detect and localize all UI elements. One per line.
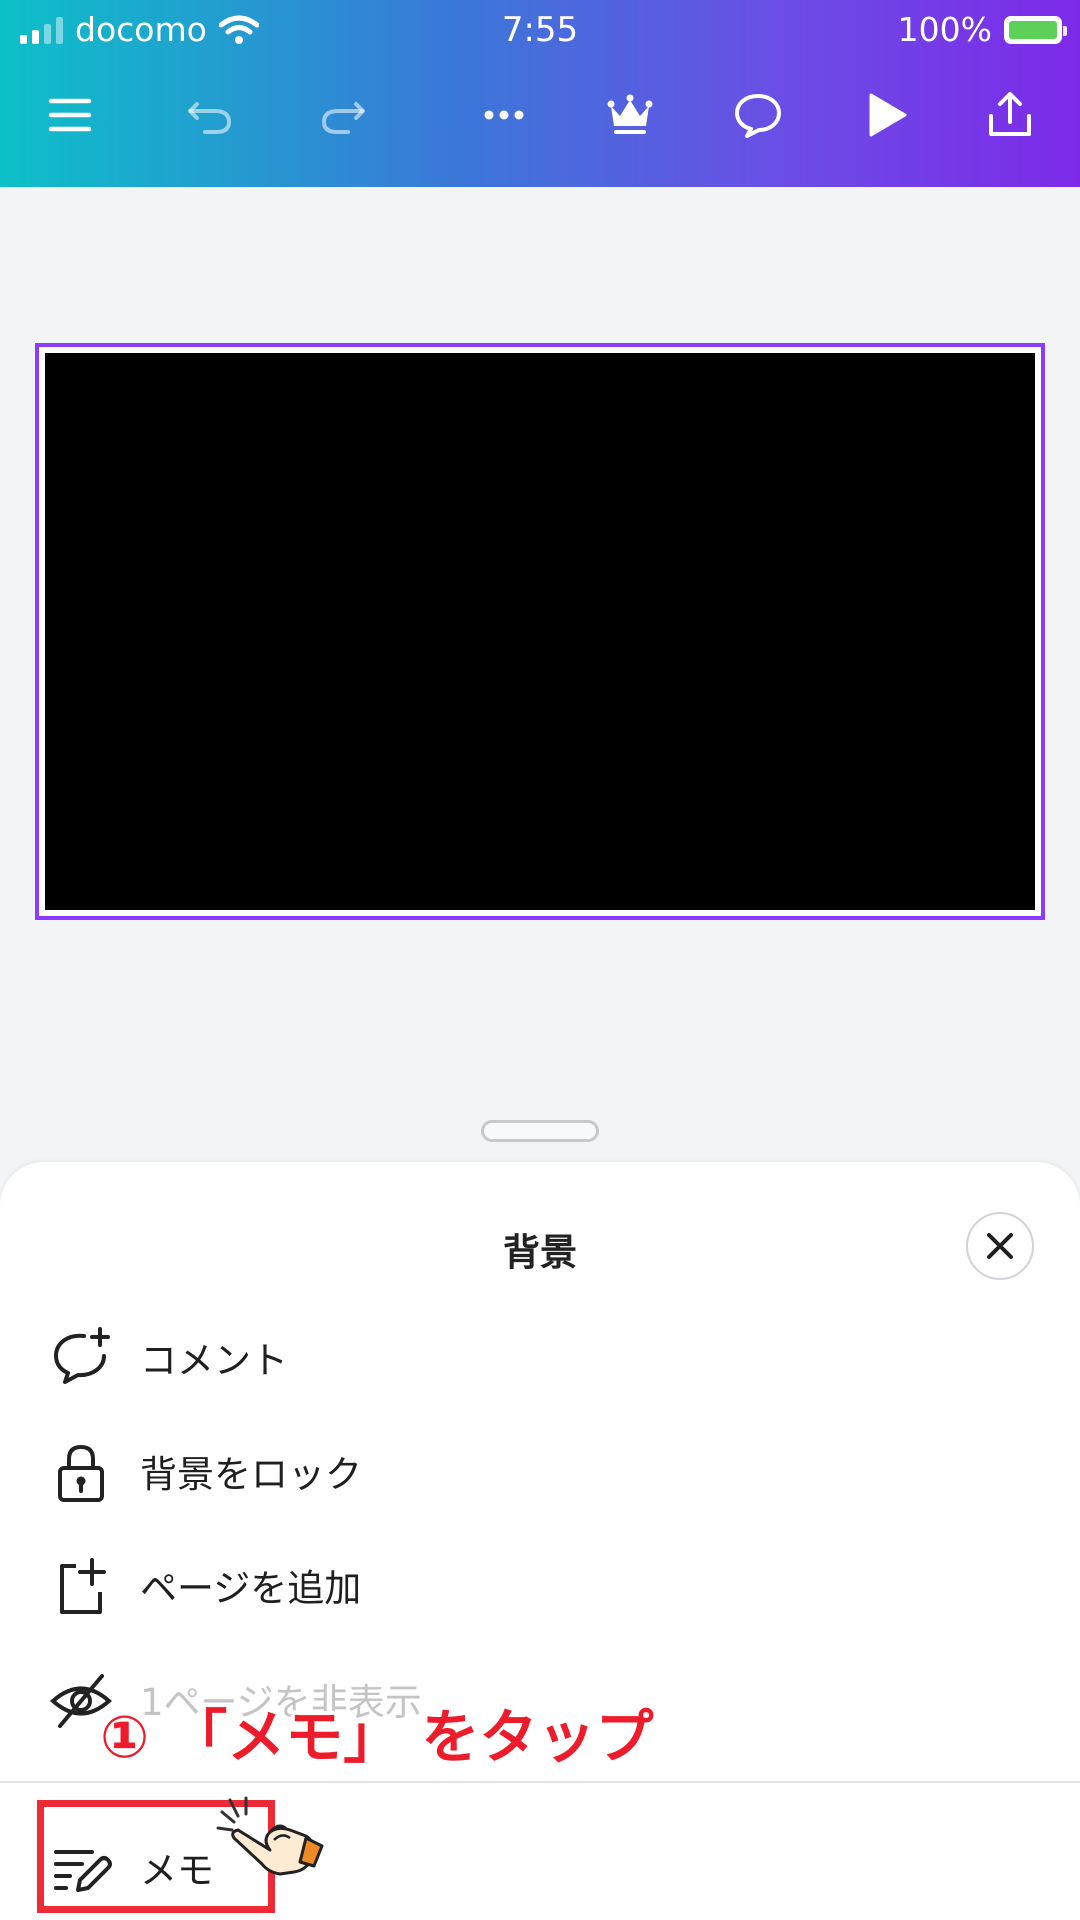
redo-button[interactable] [303,75,383,155]
share-button[interactable] [970,75,1050,155]
undo-button[interactable] [170,75,250,155]
battery-icon [1004,15,1067,44]
sheet-title: 背景 [503,1231,577,1274]
menu-item-label: ページを追加 [140,1567,362,1610]
comment-add-icon [54,1327,110,1384]
menu-item-add-page[interactable]: ページを追加 [0,1532,1080,1632]
menu-item-label: 背景をロック [140,1453,362,1496]
menu-divider [0,1781,1080,1783]
play-icon [869,93,907,137]
sheet-drag-handle[interactable] [481,1120,599,1142]
comment-icon [735,94,781,138]
menu-item-lock-background[interactable]: 背景をロック [0,1418,1080,1518]
add-page-icon [60,1558,106,1614]
pointing-hand-icon [216,1796,324,1876]
selected-page-frame[interactable] [35,343,1045,920]
redo-icon [321,102,365,134]
undo-icon [188,102,232,134]
close-icon [987,1233,1013,1259]
crown-icon [607,94,653,134]
menu-icon [48,98,92,132]
menu-item-comment[interactable]: コメント [0,1304,1080,1404]
top-header: docomo 7:55 100% [0,0,1080,187]
battery-percent: 100% [897,10,992,49]
editor-toolbar [0,75,1080,155]
menu-button[interactable] [30,75,110,155]
close-button[interactable] [966,1212,1034,1280]
design-page-background[interactable] [45,353,1035,910]
present-button[interactable] [846,75,926,155]
status-right: 100% [897,10,1067,49]
lock-icon [58,1444,104,1502]
menu-item-label: コメント [140,1339,288,1382]
battery-fill [1009,20,1057,39]
comment-button[interactable] [718,75,798,155]
premium-button[interactable] [590,75,670,155]
tutorial-instruction: ① 「メモ」 をタップ [100,1703,654,1771]
more-button[interactable] [464,75,544,155]
share-icon [989,92,1031,136]
status-bar: docomo 7:55 100% [0,0,1080,58]
more-icon [484,110,524,120]
